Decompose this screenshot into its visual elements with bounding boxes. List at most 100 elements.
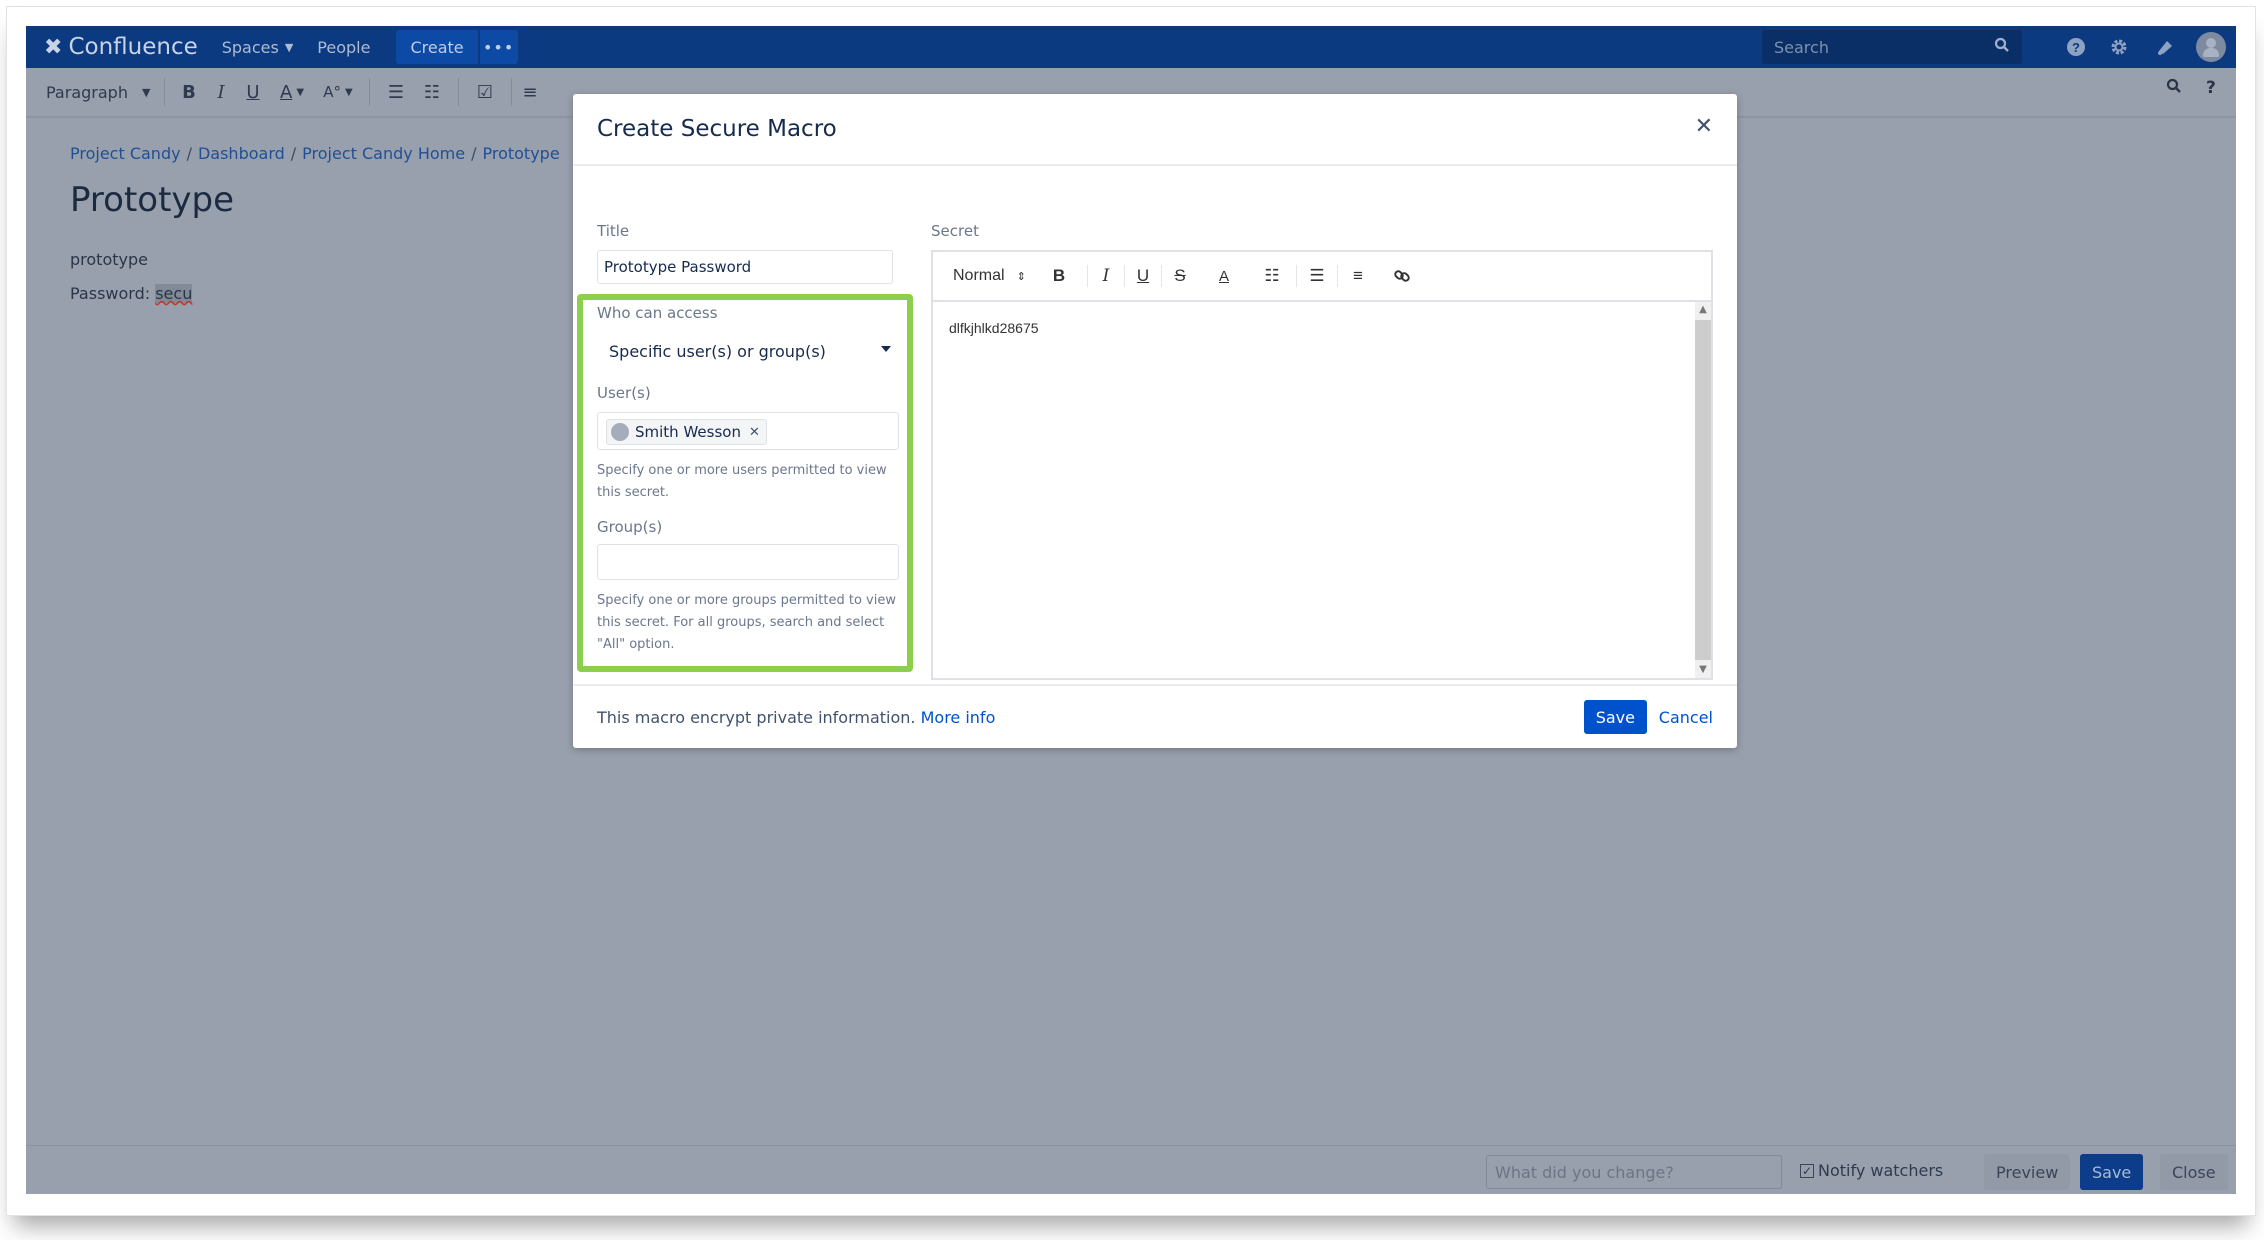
user-chip-label: Smith Wesson	[635, 423, 741, 441]
change-comment-input[interactable]: What did you change?	[1486, 1155, 1782, 1189]
groups-help-text: Specify one or more groups permitted to …	[597, 593, 896, 652]
breadcrumb-item[interactable]: Dashboard	[198, 144, 285, 163]
breadcrumb-item[interactable]: Prototype	[482, 144, 559, 163]
text-color-icon[interactable]: A	[1204, 263, 1244, 289]
breadcrumb-item[interactable]: Project Candy Home	[302, 144, 465, 163]
bold-button[interactable]: B	[173, 77, 205, 107]
task-list-icon[interactable]: ☑	[467, 77, 503, 107]
link-icon[interactable]	[1386, 263, 1418, 289]
svg-text:?: ?	[2072, 40, 2080, 55]
secret-label: Secret	[931, 222, 979, 240]
save-button[interactable]: Save	[1583, 700, 1647, 734]
scrollbar-thumb[interactable]	[1695, 320, 1711, 660]
divider	[1161, 265, 1162, 287]
find-replace-icon[interactable]	[2166, 78, 2182, 99]
help-icon[interactable]: ?	[2063, 34, 2089, 60]
page-title[interactable]: Prototype	[70, 180, 234, 220]
paragraph-style-dropdown[interactable]: Paragraph ▼	[46, 77, 156, 107]
page-save-button[interactable]: Save	[2080, 1154, 2144, 1190]
users-input[interactable]: Smith Wesson ✕	[597, 412, 899, 450]
dialog-title: Create Secure Macro	[597, 116, 837, 142]
who-can-access-select[interactable]: Specific user(s) or group(s)	[597, 334, 903, 368]
chevron-down-icon: ▼	[141, 85, 151, 99]
secret-scrollbar[interactable]: ▲ ▼	[1695, 302, 1711, 678]
scroll-down-icon[interactable]: ▼	[1695, 662, 1711, 678]
search-input[interactable]: Search	[1774, 38, 1994, 57]
close-icon[interactable]: ✕	[1695, 114, 1713, 139]
scroll-up-icon[interactable]: ▲	[1695, 302, 1711, 318]
text-color-button[interactable]: A ▼	[269, 77, 315, 107]
checkbox-checked-icon[interactable]: ✓	[1800, 1163, 1814, 1178]
confluence-logo-icon: ✖	[44, 34, 63, 60]
sort-icon: ⇕	[1016, 270, 1026, 283]
user-icon	[611, 423, 629, 441]
search-box[interactable]: Search	[1762, 30, 2022, 64]
secret-editor-toolbar: Normal ⇕ B I U S A ☷ ☰ ≡	[933, 252, 1711, 302]
italic-icon[interactable]: I	[1096, 263, 1116, 289]
page-close-button[interactable]: Close	[2160, 1154, 2228, 1190]
page-body-line[interactable]: prototype	[70, 250, 148, 269]
divider	[1124, 265, 1125, 287]
format-icon: A°	[323, 83, 342, 101]
chevron-down-icon: ▼	[296, 86, 305, 98]
secure-macro-placeholder[interactable]: secu	[155, 284, 193, 303]
more-button[interactable]: •••	[479, 30, 518, 64]
user-chip: Smith Wesson ✕	[606, 419, 767, 445]
bullet-list-icon[interactable]: ☰	[1305, 263, 1329, 289]
chevron-down-icon: ▼	[284, 40, 294, 54]
create-button[interactable]: Create	[396, 30, 478, 64]
divider	[369, 78, 370, 106]
nav-spaces[interactable]: Spaces ▼	[222, 38, 294, 57]
confluence-app: ✖ Confluence Spaces ▼ People Create ••• …	[26, 26, 2236, 1194]
align-icon[interactable]: ≡	[520, 77, 540, 107]
search-icon	[1994, 37, 2010, 57]
groups-input[interactable]	[597, 544, 899, 580]
secret-content[interactable]: dlfkjhlkd28675	[949, 320, 1039, 336]
underline-button[interactable]: U	[237, 77, 269, 107]
footer-info: This macro encrypt private information. …	[597, 708, 995, 727]
divider	[458, 78, 459, 106]
dialog-header: Create Secure Macro ✕	[573, 94, 1737, 166]
breadcrumb: Project Candy / Dashboard / Project Candy Ho…	[70, 144, 560, 163]
nav-people[interactable]: People	[317, 38, 370, 57]
format-select-value: Normal	[953, 267, 1005, 284]
align-icon[interactable]: ≡	[1346, 263, 1370, 289]
ordered-list-icon[interactable]: ☷	[1256, 263, 1288, 289]
more-info-link[interactable]: More info	[921, 708, 996, 727]
top-navigation: ✖ Confluence Spaces ▼ People Create ••• …	[26, 26, 2236, 68]
chevron-down-icon: ▼	[345, 86, 353, 98]
divider	[1337, 265, 1338, 287]
paragraph-label: Paragraph	[46, 82, 128, 102]
secret-editor: Normal ⇕ B I U S A ☷ ☰ ≡ dlfkjhlkd28675 …	[931, 250, 1713, 680]
cancel-button[interactable]: Cancel	[1659, 708, 1713, 727]
breadcrumb-separator: /	[186, 144, 192, 163]
user-avatar[interactable]	[2196, 32, 2226, 62]
italic-button[interactable]: I	[205, 77, 237, 107]
notify-watchers-checkbox[interactable]: ✓ Notify watchers	[1800, 1161, 1943, 1180]
users-help-text: Specify one or more users permitted to v…	[597, 463, 887, 500]
brand-name: Confluence	[68, 34, 198, 60]
editor-help-icon[interactable]: ?	[2206, 78, 2216, 98]
preview-button[interactable]: Preview	[1984, 1154, 2071, 1190]
password-label: Password:	[70, 284, 156, 303]
divider	[164, 78, 165, 106]
settings-gear-icon[interactable]	[2106, 34, 2132, 60]
notifications-icon[interactable]	[2152, 34, 2178, 60]
remove-user-icon[interactable]: ✕	[749, 425, 760, 440]
format-select[interactable]: Normal ⇕	[953, 263, 1033, 289]
more-formatting-button[interactable]: A° ▼	[315, 77, 361, 107]
breadcrumb-separator: /	[471, 144, 477, 163]
bold-icon[interactable]: B	[1039, 263, 1079, 289]
numbered-list-icon[interactable]: ☷	[414, 77, 450, 107]
dialog-footer: This macro encrypt private information. …	[573, 684, 1737, 748]
confluence-logo[interactable]: ✖ Confluence	[44, 34, 198, 60]
strikethrough-icon[interactable]: S	[1170, 263, 1190, 289]
underline-icon[interactable]: U	[1133, 263, 1153, 289]
title-label: Title	[597, 222, 630, 240]
title-input[interactable]: Prototype Password	[597, 250, 893, 284]
caret-down-icon	[881, 346, 891, 352]
breadcrumb-separator: /	[290, 144, 297, 163]
bullet-list-icon[interactable]: ☰	[378, 77, 414, 107]
page-body-line[interactable]: Password: secu	[70, 284, 193, 303]
breadcrumb-item[interactable]: Project Candy	[70, 144, 181, 163]
